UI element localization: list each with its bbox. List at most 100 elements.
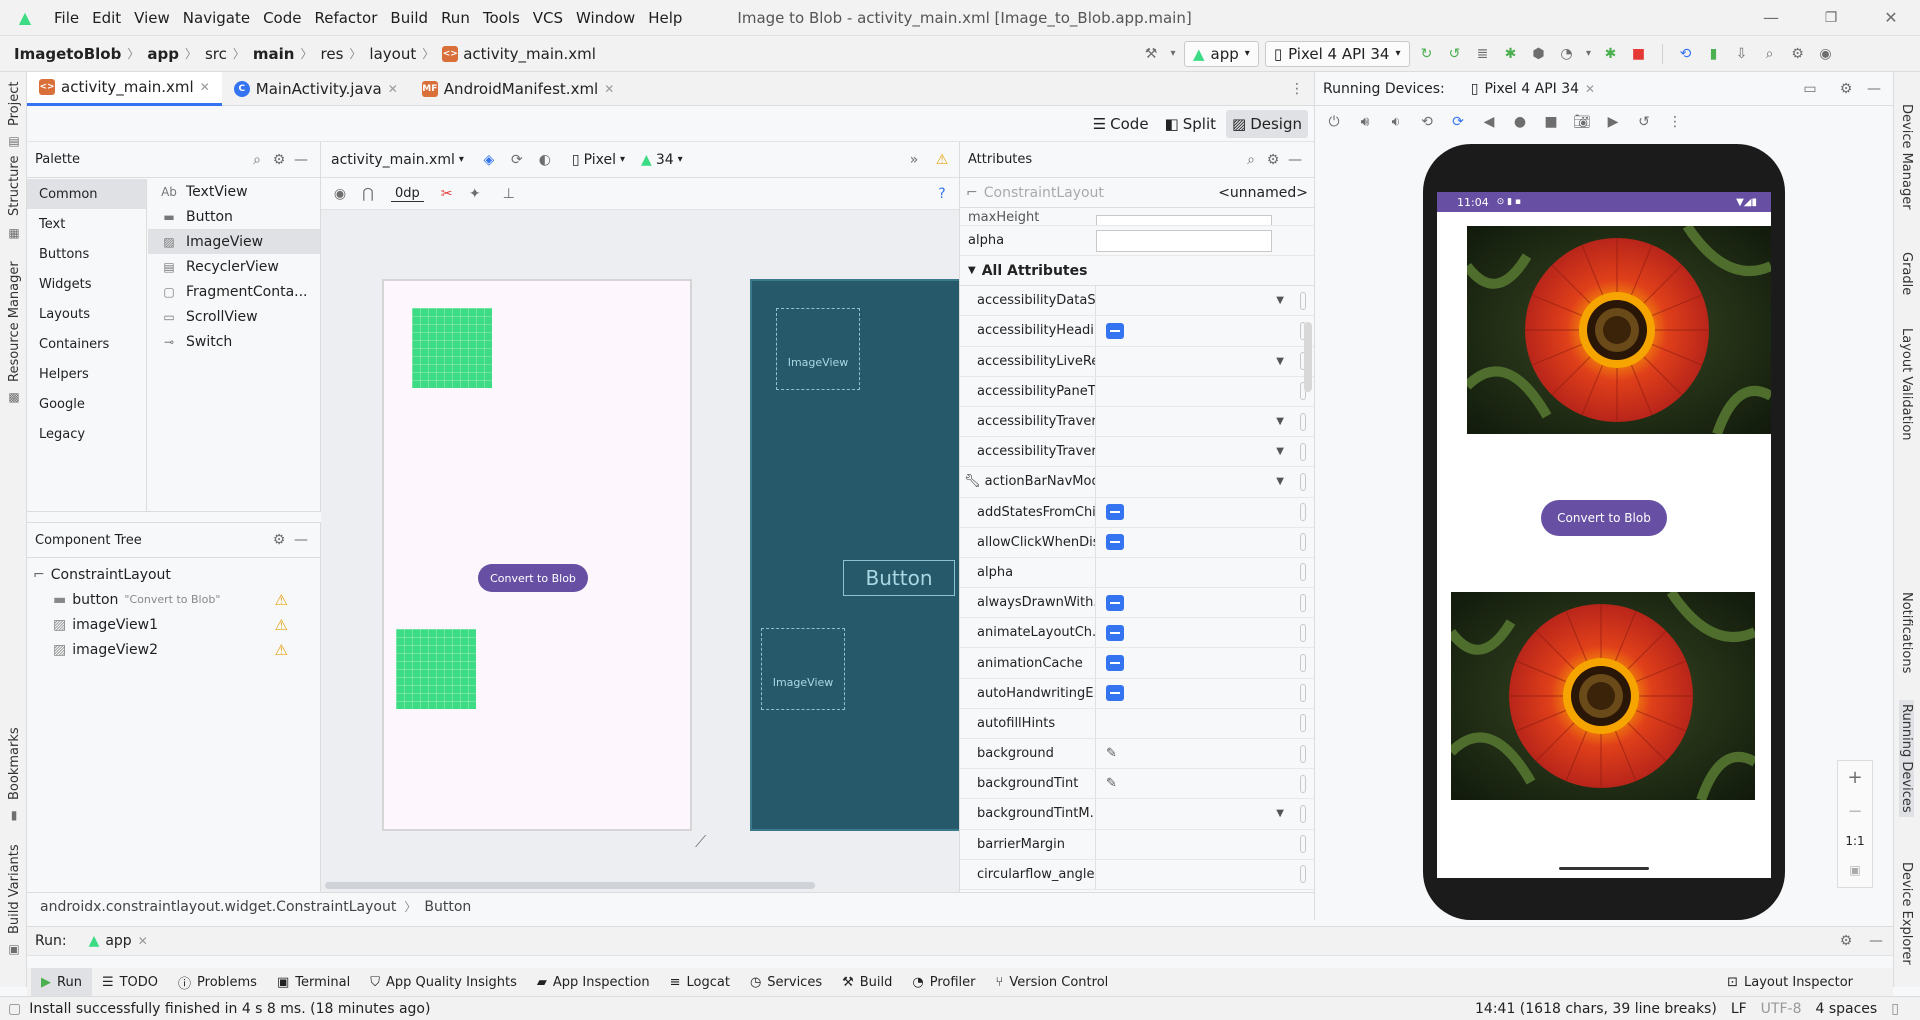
resize-handle-icon[interactable]: ⟋ [695, 832, 706, 852]
night-mode-icon[interactable]: ◐ [534, 149, 556, 171]
resource-picker-slot[interactable] [1300, 533, 1306, 552]
tool-build-variants[interactable]: Build Variants [7, 844, 22, 934]
tree-item-root[interactable]: ⌐ ConstraintLayout [33, 562, 320, 587]
attribute-value[interactable]: ✎ [1096, 769, 1314, 798]
flag-minus-icon[interactable] [1106, 655, 1124, 672]
tool-structure[interactable]: Structure [7, 156, 22, 216]
fit-screen-icon[interactable]: ▣ [1844, 859, 1866, 881]
palette-category[interactable]: Text [27, 209, 146, 239]
design-preview[interactable]: Convert to Blob [382, 279, 692, 831]
attribute-value[interactable]: ▼ [1096, 286, 1314, 315]
menu-run[interactable]: Run [441, 9, 470, 27]
sdk-manager-icon[interactable]: ⇩ [1731, 43, 1753, 65]
clear-constraints-icon[interactable]: ✂ [436, 183, 458, 205]
rotate-left-icon[interactable]: ⟲ [1416, 111, 1438, 133]
rotate-right-icon[interactable]: ⟳ [1447, 111, 1469, 133]
run-config-combo[interactable]: ▲ app ▾ [1184, 40, 1259, 67]
flag-minus-icon[interactable] [1106, 534, 1124, 551]
gear-icon[interactable]: ⚙ [268, 529, 290, 551]
power-icon[interactable]: ⏻ [1323, 111, 1345, 133]
menu-navigate[interactable]: Navigate [183, 9, 250, 27]
resource-picker-slot[interactable] [1300, 291, 1306, 310]
attribute-value[interactable] [1096, 528, 1314, 557]
resource-picker-slot[interactable] [1300, 654, 1306, 673]
lock-icon[interactable]: ▯ [1891, 1001, 1899, 1017]
volume-down-icon[interactable]: 🔉︎ [1385, 111, 1407, 133]
folder-icon[interactable]: ▤ [3, 130, 25, 152]
gear-icon[interactable]: ⚙ [1787, 43, 1809, 65]
infer-constraints-icon[interactable]: ✦ [464, 183, 486, 205]
resource-picker-slot[interactable] [1300, 865, 1306, 884]
tool-app-inspection[interactable]: ▰ App Inspection [527, 968, 660, 996]
attributes-scrollbar[interactable] [1304, 322, 1312, 392]
tool-run[interactable]: ▶ Run [31, 968, 92, 996]
screen-record-icon[interactable]: ▶ [1602, 111, 1624, 133]
status-toggle-icon[interactable]: ▢ [8, 1001, 21, 1017]
design-view-button[interactable]: ▨ Design [1226, 110, 1308, 138]
tool-notifications[interactable]: Notifications [1899, 592, 1914, 673]
resource-picker-slot[interactable] [1300, 714, 1306, 733]
eyedropper-icon[interactable]: ✎ [1106, 746, 1117, 761]
convert-to-blob-button[interactable]: Convert to Blob [1541, 500, 1667, 536]
minimize-panel-icon[interactable]: — [290, 149, 312, 171]
attribute-input[interactable] [1096, 215, 1272, 225]
tab-activity-main[interactable]: <> activity_main.xml ✕ [27, 71, 222, 106]
device-preview-combo[interactable]: ▯ Pixel ▾ [572, 152, 625, 168]
tab-device-pixel[interactable]: ▯ Pixel 4 API 34 ✕ [1459, 72, 1607, 106]
palette-category[interactable]: Buttons [27, 239, 146, 269]
breadcrumb-constraint-layout[interactable]: androidx.constraintlayout.widget.Constra… [40, 899, 396, 915]
search-icon[interactable]: ⌕ [1240, 149, 1262, 171]
menu-refactor[interactable]: Refactor [314, 9, 377, 27]
more-chevrons-icon[interactable]: » [903, 149, 925, 171]
tree-item[interactable]: ▬ button "Convert to Blob" ⚠ [33, 587, 320, 612]
all-attributes-section[interactable]: ▼ All Attributes [960, 256, 1314, 287]
palette-category[interactable]: Containers [27, 329, 146, 359]
tool-bookmarks[interactable]: Bookmarks [7, 727, 22, 800]
zoom-in-icon[interactable]: + [1844, 767, 1866, 789]
palette-item[interactable]: Ab TextView [148, 179, 320, 204]
warning-icon[interactable]: ⚠ [275, 591, 288, 609]
attribute-value[interactable] [1096, 709, 1314, 738]
palette-category[interactable]: Legacy [27, 419, 146, 449]
attribute-value[interactable] [1096, 830, 1314, 859]
resource-picker-slot[interactable] [1300, 744, 1306, 763]
minimize-panel-icon[interactable]: — [1284, 149, 1306, 171]
home-icon[interactable]: ● [1509, 111, 1531, 133]
resource-picker-slot[interactable] [1300, 623, 1306, 642]
close-tab-icon[interactable]: ✕ [1585, 82, 1595, 96]
flag-minus-icon[interactable] [1106, 685, 1124, 702]
blueprint-image-view-1[interactable]: ImageView [776, 308, 860, 390]
line-separator[interactable]: LF [1731, 1001, 1747, 1017]
attribute-value[interactable] [1096, 588, 1314, 617]
breadcrumb-src[interactable]: src [205, 45, 227, 63]
menu-help[interactable]: Help [648, 9, 682, 27]
chevron-down-icon[interactable]: ▼ [1276, 476, 1284, 487]
magnet-icon[interactable]: ⋂ [357, 183, 379, 205]
gear-icon[interactable]: ⚙ [1835, 78, 1857, 100]
indent-setting[interactable]: 4 spaces [1815, 1001, 1877, 1017]
blueprint-image-view-2[interactable]: ImageView [761, 628, 845, 710]
chevron-down-icon[interactable]: ▼ [1276, 416, 1284, 427]
resource-picker-slot[interactable] [1300, 774, 1306, 793]
bookmark-icon[interactable]: ▮ [3, 804, 25, 826]
api-level-combo[interactable]: ▲ 34 ▾ [641, 152, 683, 168]
search-icon[interactable]: ⌕ [1759, 43, 1781, 65]
apply-code-changes-icon[interactable]: ≣ [1472, 43, 1494, 65]
menu-build[interactable]: Build [390, 9, 428, 27]
tool-services[interactable]: ◷ Services [740, 968, 832, 996]
attribute-value[interactable]: ✎ [1096, 739, 1314, 768]
palette-category[interactable]: Google [27, 389, 146, 419]
device-screen[interactable]: 11:04 ⊙ ▮ ▪ ▼◢▮ Convert to Blob [1437, 192, 1771, 878]
flag-minus-icon[interactable] [1106, 322, 1124, 339]
breadcrumb-app[interactable]: app [147, 45, 179, 63]
palette-category[interactable]: Helpers [27, 359, 146, 389]
palette-category[interactable]: Common [27, 179, 146, 209]
file-encoding[interactable]: UTF-8 [1761, 1001, 1802, 1017]
resource-picker-slot[interactable] [1300, 503, 1306, 522]
close-window-icon[interactable]: ✕ [1880, 7, 1902, 29]
gear-icon[interactable]: ⚙ [268, 149, 290, 171]
rerun-icon[interactable]: ↻ [1416, 43, 1438, 65]
minimize-panel-icon[interactable]: — [1865, 930, 1887, 952]
tool-version-control[interactable]: ⑂ Version Control [986, 968, 1119, 996]
attribute-input[interactable] [1096, 229, 1272, 252]
